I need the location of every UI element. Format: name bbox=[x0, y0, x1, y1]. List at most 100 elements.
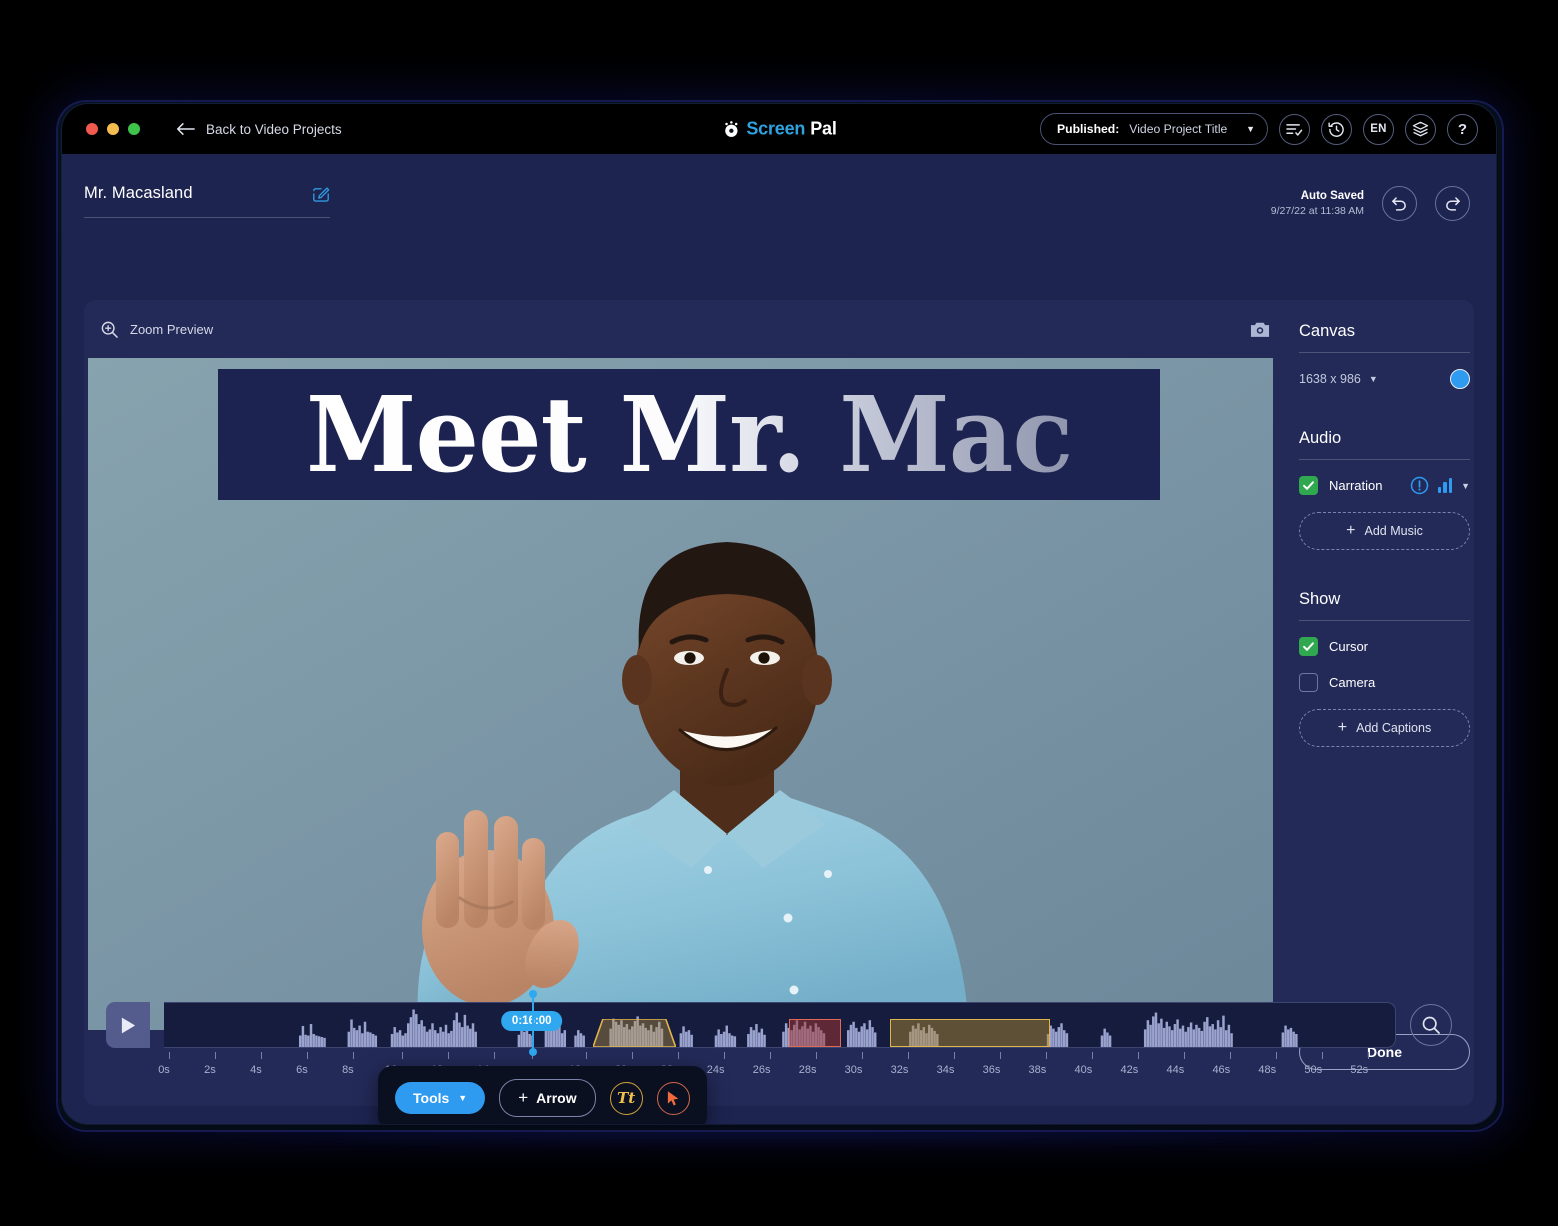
checklist-button[interactable] bbox=[1279, 113, 1310, 145]
show-section-title: Show bbox=[1299, 590, 1341, 608]
layers-icon bbox=[1412, 121, 1429, 137]
audio-waveform bbox=[298, 1009, 1298, 1047]
maximize-icon[interactable] bbox=[128, 123, 140, 135]
tick-label: 8s bbox=[342, 1064, 354, 1076]
tick-mark bbox=[1321, 1052, 1323, 1059]
alert-icon[interactable] bbox=[1410, 476, 1429, 495]
cursor-tool-button[interactable] bbox=[656, 1081, 690, 1115]
close-icon[interactable] bbox=[86, 123, 98, 135]
plus-icon: + bbox=[1337, 719, 1348, 736]
text-tool-button[interactable]: Tt bbox=[609, 1081, 643, 1115]
tick-mark bbox=[448, 1052, 450, 1059]
timeline-tick: 52s bbox=[1350, 1052, 1377, 1076]
chevron-down-icon: ▼ bbox=[1368, 374, 1378, 384]
tick-label: 6s bbox=[296, 1064, 308, 1076]
timeline-tick: 0s bbox=[158, 1052, 176, 1076]
screenshot-stage: Back to Video Projects Screen Pal Publish… bbox=[0, 0, 1558, 1226]
timeline-tick: 4s bbox=[250, 1052, 268, 1076]
tick-mark bbox=[1137, 1052, 1139, 1059]
timeline-tick: 44s bbox=[1166, 1052, 1193, 1076]
layers-button[interactable] bbox=[1405, 113, 1436, 145]
red-clip[interactable] bbox=[788, 1019, 842, 1047]
tools-dropdown-button[interactable]: Tools ▼ bbox=[395, 1082, 486, 1114]
tick-mark bbox=[678, 1052, 680, 1059]
text-tool-icon: Tt bbox=[617, 1089, 636, 1107]
publish-status-dropdown[interactable]: Published: Video Project Title ▼ bbox=[1040, 113, 1268, 145]
autosave-timestamp: 9/27/22 at 11:38 AM bbox=[1270, 205, 1364, 218]
language-button[interactable]: EN bbox=[1363, 113, 1394, 145]
cursor-label: Cursor bbox=[1329, 639, 1369, 654]
preview-column: Zoom Preview Meet Mr. Mac Tools ▼ + Arro… bbox=[84, 300, 1291, 1124]
timeline-tick: 8s bbox=[342, 1052, 360, 1076]
video-canvas[interactable]: Meet Mr. Mac bbox=[88, 358, 1273, 1030]
tick-mark bbox=[169, 1052, 171, 1059]
gold-trapezoid-clip[interactable] bbox=[593, 1019, 677, 1047]
narration-checkbox[interactable] bbox=[1299, 476, 1318, 495]
audio-levels-icon[interactable] bbox=[1437, 478, 1453, 493]
window-controls[interactable] bbox=[86, 123, 140, 135]
tools-label: Tools bbox=[413, 1090, 450, 1106]
redo-icon bbox=[1446, 197, 1460, 211]
canvas-title-banner[interactable]: Meet Mr. Mac bbox=[218, 369, 1160, 500]
timeline: 0s2s4s6s8s10s12s14s18s20s22s24s26s28s30s… bbox=[106, 990, 1452, 1094]
autosave-text: Auto Saved 9/27/22 at 11:38 AM bbox=[1271, 189, 1364, 219]
canvas-section-title: Canvas bbox=[1299, 322, 1355, 340]
edit-icon[interactable] bbox=[312, 185, 330, 203]
project-name-field[interactable]: Mr. Macasland bbox=[84, 184, 330, 218]
canvas-color-swatch[interactable] bbox=[1450, 369, 1470, 389]
play-icon bbox=[121, 1017, 135, 1033]
tick-label: 2s bbox=[204, 1064, 216, 1076]
tick-label: 34s bbox=[936, 1064, 955, 1076]
camera-snapshot-icon[interactable] bbox=[1249, 320, 1271, 339]
gold-rect-clip[interactable] bbox=[889, 1019, 1051, 1047]
brand-second: Pal bbox=[810, 118, 837, 139]
play-button[interactable] bbox=[106, 1002, 150, 1048]
redo-button[interactable] bbox=[1435, 186, 1470, 221]
timeline-zoom-button[interactable] bbox=[1410, 1004, 1452, 1046]
camera-checkbox[interactable] bbox=[1299, 673, 1318, 692]
tick-label: 28s bbox=[798, 1064, 817, 1076]
timeline-tick: 50s bbox=[1304, 1052, 1331, 1076]
tick-mark bbox=[307, 1052, 309, 1059]
tick-mark bbox=[815, 1052, 817, 1059]
properties-panel: Canvas 1638 x 986 ▼ Audio Narration ▼ + … bbox=[1291, 300, 1474, 1106]
cursor-row: Cursor bbox=[1299, 637, 1470, 656]
zoom-preview-label: Zoom Preview bbox=[130, 321, 214, 337]
publish-prefix: Published: bbox=[1057, 122, 1120, 136]
divider bbox=[1299, 620, 1470, 621]
canvas-size-dropdown[interactable]: 1638 x 986 ▼ bbox=[1299, 372, 1378, 386]
chevron-down-icon: ▼ bbox=[1246, 124, 1255, 134]
tick-label: 38s bbox=[1028, 1064, 1047, 1076]
undo-button[interactable] bbox=[1382, 186, 1417, 221]
back-to-projects-link[interactable]: Back to Video Projects bbox=[176, 122, 342, 137]
tick-mark bbox=[861, 1052, 863, 1059]
history-button[interactable] bbox=[1321, 113, 1352, 145]
add-captions-button[interactable]: + Add Captions bbox=[1299, 709, 1470, 747]
tick-label: 52s bbox=[1350, 1064, 1369, 1076]
cursor-checkbox[interactable] bbox=[1299, 637, 1318, 656]
add-music-button[interactable]: + Add Music bbox=[1299, 512, 1470, 550]
tick-mark bbox=[1183, 1052, 1185, 1059]
tick-label: 48s bbox=[1258, 1064, 1277, 1076]
divider bbox=[1299, 352, 1470, 353]
app-window: Back to Video Projects Screen Pal Publish… bbox=[62, 104, 1496, 1124]
timeline-track[interactable] bbox=[164, 1002, 1396, 1048]
timeline-tick: 48s bbox=[1258, 1052, 1285, 1076]
timeline-tick: 28s bbox=[799, 1052, 826, 1076]
audio-section-title: Audio bbox=[1299, 429, 1342, 447]
preview-toolbar: Zoom Preview bbox=[84, 300, 1291, 358]
zoom-preview-button[interactable]: Zoom Preview bbox=[100, 320, 213, 339]
cursor-icon bbox=[667, 1090, 678, 1105]
tick-mark bbox=[632, 1052, 634, 1059]
help-button[interactable]: ? bbox=[1447, 113, 1478, 145]
playhead[interactable] bbox=[528, 990, 537, 1056]
minimize-icon[interactable] bbox=[107, 123, 119, 135]
tick-mark bbox=[724, 1052, 726, 1059]
tick-mark bbox=[215, 1052, 217, 1059]
timeline-tick: 38s bbox=[1029, 1052, 1055, 1076]
tick-label: 0s bbox=[158, 1064, 170, 1076]
chevron-down-icon[interactable]: ▼ bbox=[1461, 481, 1470, 491]
add-arrow-button[interactable]: + Arrow bbox=[499, 1079, 596, 1117]
tick-label: 42s bbox=[1120, 1064, 1139, 1076]
tick-mark bbox=[907, 1052, 909, 1059]
